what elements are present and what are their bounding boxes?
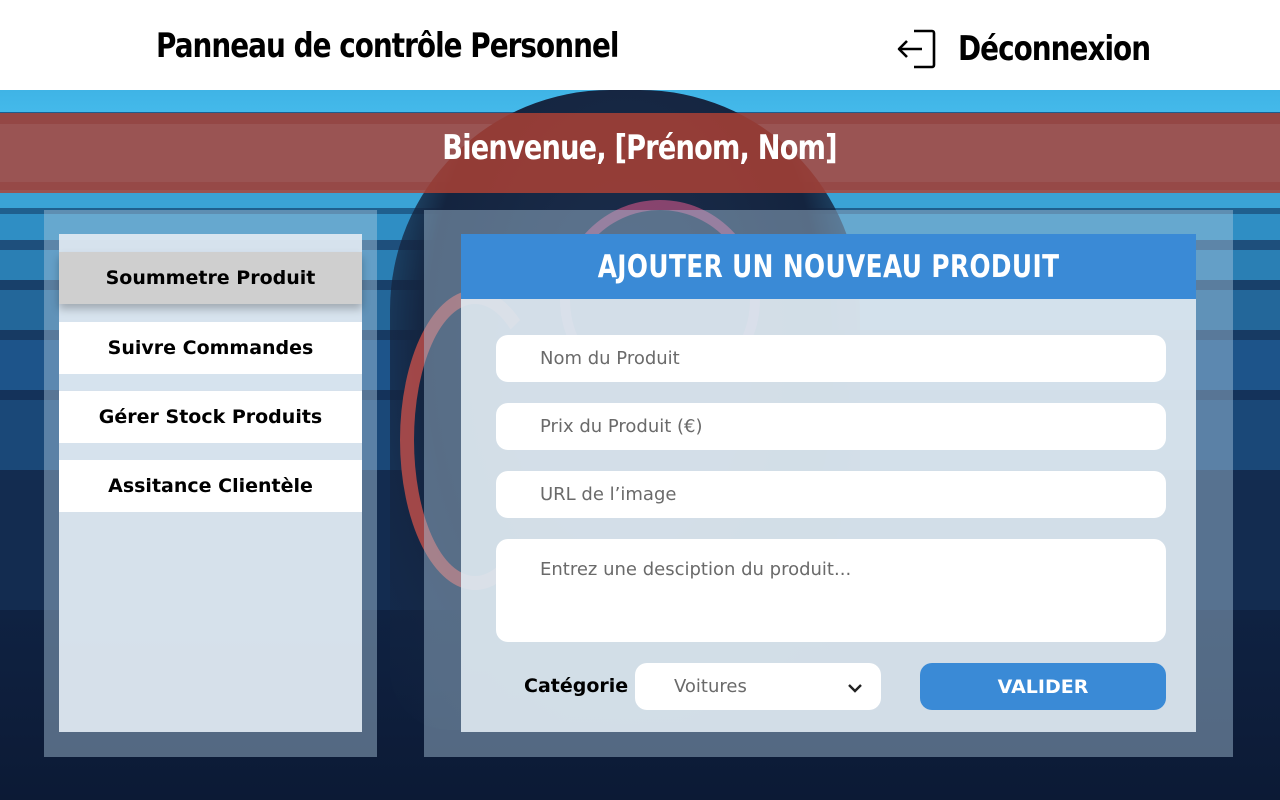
product-description-textarea[interactable]: [496, 539, 1166, 642]
submit-button[interactable]: VALIDER: [920, 663, 1166, 710]
welcome-message: Bienvenue, [Prénom, Nom]: [0, 128, 1280, 168]
logout-icon: [897, 29, 936, 69]
page-title: Panneau de contrôle Personnel: [156, 26, 619, 66]
sidebar-item-customer-support[interactable]: Assitance Clientèle: [59, 460, 362, 512]
logout-button[interactable]: Déconnexion: [896, 26, 1192, 72]
image-url-input[interactable]: [496, 471, 1166, 518]
sidebar-item-manage-stock[interactable]: Gérer Stock Produits: [59, 391, 362, 443]
top-header: Panneau de contrôle Personnel Déconnexio…: [0, 0, 1280, 90]
category-label: Catégorie: [524, 675, 629, 697]
category-value: Voitures: [674, 676, 747, 697]
form-header: AJOUTER UN NOUVEAU PRODUIT: [461, 234, 1196, 299]
chevron-down-icon: [848, 684, 862, 693]
product-name-input[interactable]: [496, 335, 1166, 382]
form-title: AJOUTER UN NOUVEAU PRODUIT: [597, 248, 1060, 285]
welcome-text: Bienvenue, [Prénom, Nom]: [442, 128, 838, 168]
sidebar-item-submit-product[interactable]: Soummetre Produit: [59, 252, 362, 304]
sidebar-item-track-orders[interactable]: Suivre Commandes: [59, 322, 362, 374]
product-price-input[interactable]: [496, 403, 1166, 450]
logout-label: Déconnexion: [958, 29, 1151, 69]
category-select[interactable]: Voitures: [635, 663, 881, 710]
